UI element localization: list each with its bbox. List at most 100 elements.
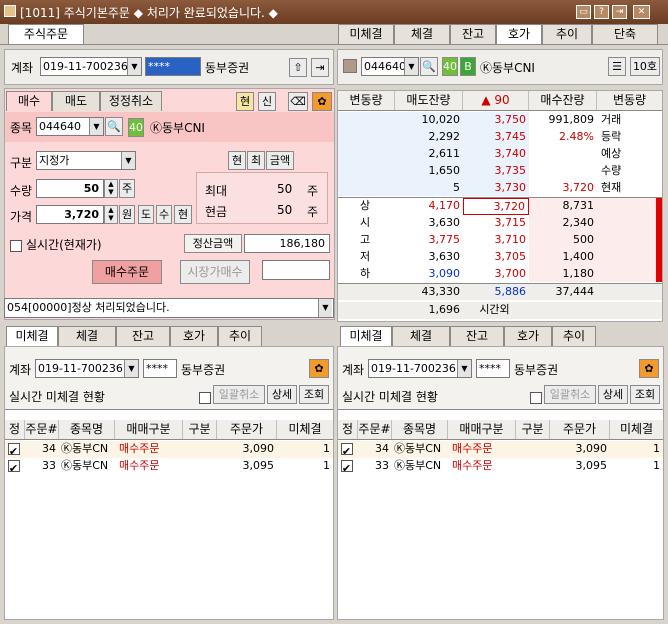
tab-shortcut[interactable]: 단축 — [592, 24, 658, 44]
best-price-button[interactable]: 최 — [247, 151, 265, 170]
unfilled-panel-right: 계좌 019-11-700236 ▼ **** 동부증권 ✿ 실시간 미체결 현… — [337, 346, 664, 620]
table-row[interactable]: ✔ 33 Ⓚ동부CN 매수주문 3,095 1 — [338, 458, 663, 475]
price-unit: 원 — [119, 205, 135, 224]
current-price-button[interactable]: 현 — [228, 151, 246, 170]
search-icon[interactable]: 🔍 — [420, 57, 438, 76]
tab-unfilled[interactable]: 미체결 — [338, 24, 394, 44]
amount-button[interactable]: 금액 — [266, 151, 294, 170]
price-current-button[interactable]: 현 — [174, 205, 192, 224]
price-up-button[interactable]: 수 — [156, 205, 172, 224]
tab-filled[interactable]: 체결 — [392, 326, 450, 346]
query-button[interactable]: 조회 — [299, 385, 329, 404]
tab-balance[interactable]: 잔고 — [450, 326, 504, 346]
password-input[interactable]: **** — [476, 359, 510, 378]
cancel-all-button[interactable]: 일괄취소 — [544, 385, 596, 404]
price-input[interactable]: 3,720 — [36, 205, 104, 224]
toggle-current-button[interactable]: 현 — [236, 92, 254, 111]
unfilled-title: 실시간 미체결 현황 — [9, 390, 105, 404]
menu-icon[interactable]: ☰ — [608, 57, 626, 76]
strength-bar — [656, 198, 662, 282]
account-label: 계좌 — [342, 363, 365, 377]
pin-icon[interactable]: ⇥ — [612, 5, 627, 19]
row-checkbox[interactable]: ✔ — [340, 460, 353, 475]
tab-unfilled[interactable]: 미체결 — [340, 326, 392, 346]
cancel-all-button[interactable]: 일괄취소 — [213, 385, 265, 404]
ticks-button[interactable]: 10호 — [630, 57, 660, 76]
cancel-all-checkbox[interactable] — [199, 391, 211, 404]
close-icon[interactable]: ✕ — [633, 5, 650, 19]
bid-row: 상 4,170 3,720 8,731 — [359, 198, 594, 215]
cancel-all-checkbox[interactable] — [530, 391, 542, 404]
bid-row: 저 3,630 3,705 1,400 — [359, 250, 594, 263]
table-row[interactable]: ✔ 33 Ⓚ동부CN 매수주문 3,095 1 — [5, 458, 333, 475]
max-box: 최대 50 주 현금 50 주 — [196, 172, 328, 224]
tab-stock-order[interactable]: 주식주문 — [8, 24, 84, 44]
header-change: 변동량 — [338, 91, 395, 110]
detail-button[interactable]: 상세 — [598, 385, 628, 404]
cash-unit: 주 — [307, 205, 319, 219]
help-icon[interactable]: ? — [594, 5, 609, 19]
row-checkbox[interactable]: ✔ — [340, 443, 353, 458]
price-down-button[interactable]: 도 — [138, 205, 154, 224]
tab-quote[interactable]: 호가 — [496, 24, 542, 44]
tab-balance[interactable]: 잔고 — [450, 24, 496, 44]
toggle-credit-button[interactable]: 신 — [258, 92, 276, 111]
buy-order-button[interactable]: 매수주문 — [92, 260, 162, 284]
query-button[interactable]: 조회 — [630, 385, 660, 404]
table-row[interactable]: ✔ 34 Ⓚ동부CN 매수주문 3,090 1 — [338, 441, 663, 458]
memo-input[interactable] — [262, 260, 330, 280]
row-checkbox[interactable]: ✔ — [7, 443, 20, 458]
account-panel: 계좌 019-11-700236 ▼ **** 동부증권 ⇧ ⇥ — [4, 49, 334, 85]
qty-stepper[interactable]: ▲ ▼ — [104, 179, 118, 198]
tab-balance[interactable]: 잔고 — [116, 326, 170, 346]
settings-icon[interactable]: ✿ — [312, 92, 332, 111]
max-value: 50 — [277, 182, 293, 196]
unfilled-header: 정 주문# 종목명 매매구분 구분 주문가 미체결 — [5, 420, 333, 440]
realtime-checkbox[interactable] — [10, 239, 22, 252]
unfilled-panel-left: 계좌 019-11-700236 ▼ **** 동부증권 ✿ 실시간 미체결 현… — [4, 346, 334, 620]
stock-badge[interactable]: 40 — [128, 118, 144, 137]
chevron-down-icon[interactable]: ▼ — [404, 58, 418, 75]
tab-filled[interactable]: 체결 — [58, 326, 116, 346]
chevron-down-icon[interactable]: ▼ — [121, 152, 135, 169]
settings-icon[interactable]: ✿ — [639, 359, 659, 378]
quote-stock-name: Ⓚ동부CNI — [480, 61, 535, 75]
password-input[interactable]: **** — [145, 57, 201, 76]
cash-label: 현금 — [205, 205, 228, 219]
chevron-down-icon[interactable]: ▼ — [89, 118, 103, 135]
arrow-up-icon[interactable]: ⇧ — [289, 58, 307, 77]
tab-sell[interactable]: 매도 — [52, 91, 100, 111]
search-icon[interactable]: 🔍 — [105, 117, 123, 136]
max-label: 최대 — [205, 184, 228, 198]
settings-icon[interactable]: ✿ — [309, 359, 329, 378]
tab-quote[interactable]: 호가 — [504, 326, 552, 346]
unfilled-table: 정 주문# 종목명 매매구분 구분 주문가 미체결 ✔ 34 Ⓚ동부CN 매수주… — [338, 409, 663, 619]
tab-modify-cancel[interactable]: 정정취소 — [100, 91, 162, 111]
chevron-down-icon[interactable]: ▼ — [318, 299, 332, 317]
qty-label: 수량 — [10, 184, 33, 198]
tab-unfilled[interactable]: 미체결 — [6, 326, 58, 346]
after-hours-row: 1,696 시간외 — [338, 302, 662, 319]
tab-trend[interactable]: 추이 — [552, 326, 596, 346]
price-stepper[interactable]: ▲ ▼ — [104, 205, 118, 224]
row-checkbox[interactable]: ✔ — [7, 460, 20, 475]
chevron-down-icon[interactable]: ▼ — [127, 58, 141, 75]
chevron-down-icon[interactable]: ▼ — [124, 360, 138, 377]
tab-trend[interactable]: 추이 — [542, 24, 592, 44]
bid-row: 고 3,775 3,710 500 — [359, 233, 594, 246]
quote-badge-40[interactable]: 40 — [442, 57, 458, 76]
eraser-icon[interactable]: ⌫ — [288, 92, 308, 111]
market-buy-button[interactable]: 시장가매수 — [180, 260, 250, 284]
table-row[interactable]: ✔ 34 Ⓚ동부CN 매수주문 3,090 1 — [5, 441, 333, 458]
password-input[interactable]: **** — [143, 359, 177, 378]
qty-input[interactable]: 50 — [36, 179, 104, 198]
detail-button[interactable]: 상세 — [267, 385, 297, 404]
restore-icon[interactable]: ▭ — [576, 5, 591, 19]
tab-buy[interactable]: 매수 — [6, 91, 52, 111]
quote-badge-b[interactable]: B — [460, 57, 476, 76]
arrow-right-icon[interactable]: ⇥ — [311, 58, 329, 77]
tab-quote[interactable]: 호가 — [170, 326, 218, 346]
tab-trend[interactable]: 추이 — [218, 326, 262, 346]
chevron-down-icon[interactable]: ▼ — [457, 360, 471, 377]
tab-filled[interactable]: 체결 — [394, 24, 450, 44]
